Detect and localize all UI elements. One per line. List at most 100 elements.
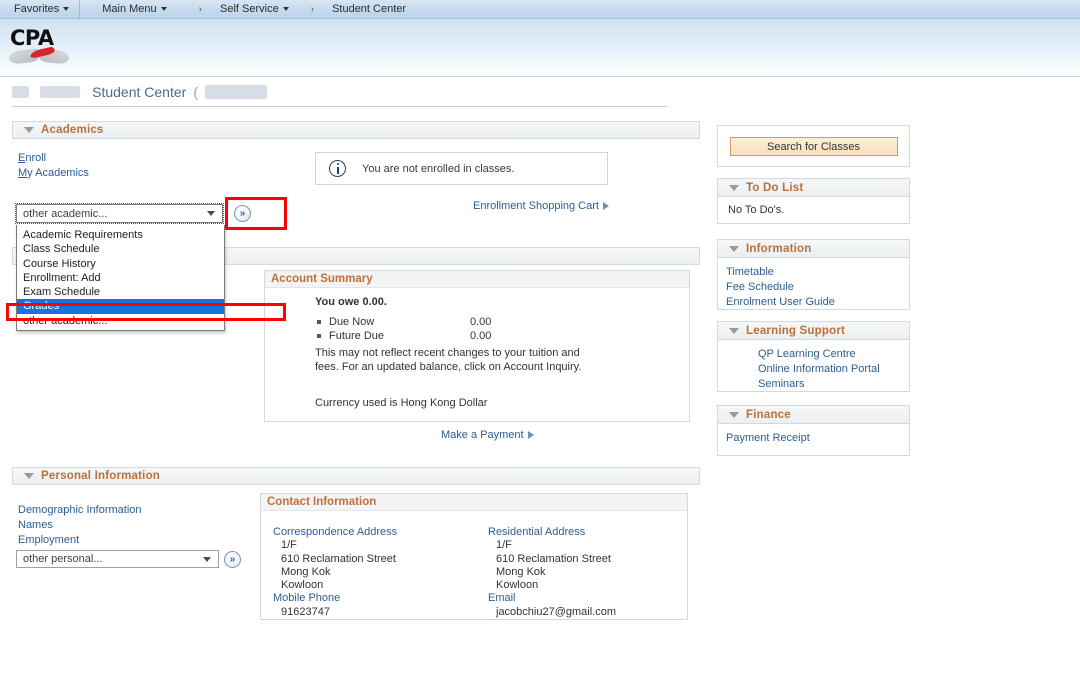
personal-dropdown-value: other personal... (23, 553, 103, 565)
link-my-academics[interactable]: My Academics (18, 166, 89, 181)
account-row-future-due-label: Future Due (329, 330, 384, 342)
sidebar-finance-links: Payment Receipt (718, 431, 909, 446)
redacted-name-part (40, 86, 80, 98)
sidebar-todo-title: To Do List (746, 182, 803, 194)
link-my-academics-rest: y Academics (27, 167, 89, 179)
account-row-due-now-amount: 0.00 (470, 316, 491, 328)
dropdown-option[interactable]: Class Schedule (17, 242, 224, 256)
nav-self-service[interactable]: Self Service (208, 0, 299, 19)
account-summary-currency: Currency used is Hong Kong Dollar (315, 397, 487, 409)
section-header-academics[interactable]: Academics (12, 121, 700, 139)
residential-address-line: Mong Kok (488, 566, 616, 579)
dropdown-option[interactable]: Exam Schedule (17, 285, 224, 299)
dropdown-arrow-container[interactable] (203, 205, 219, 222)
cpa-logo: CPA (8, 27, 74, 71)
redacted-name-part (12, 86, 29, 98)
arrow-right-icon (528, 431, 534, 439)
collapse-triangle-icon[interactable] (729, 246, 739, 252)
sidebar-finance-panel: Finance Payment Receipt (717, 405, 910, 456)
collapse-triangle-icon[interactable] (24, 473, 34, 479)
correspondence-address-block: Correspondence Address 1/F 610 Reclamati… (273, 526, 397, 619)
academic-dropdown-select[interactable]: other academic... (16, 204, 223, 223)
student-center-page: Favorites Main Menu › Self Service › Stu… (0, 0, 1080, 696)
page-title-text: Student Center (92, 84, 186, 100)
logo-text: CPA (10, 27, 54, 49)
link-enroll-rest: nroll (25, 152, 46, 164)
section-header-personal-information[interactable]: Personal Information (12, 467, 700, 485)
enrollment-message-text: You are not enrolled in classes. (362, 163, 514, 175)
title-divider (12, 106, 667, 107)
sidebar-learning-support-header[interactable]: Learning Support (718, 322, 909, 340)
link-enrollment-shopping-cart[interactable]: Enrollment Shopping Cart (473, 200, 599, 212)
breadcrumb-separator-icon: › (177, 0, 208, 19)
link-online-information-portal[interactable]: Online Information Portal (758, 362, 909, 377)
enrollment-shopping-cart-container: Enrollment Shopping Cart (473, 200, 609, 212)
nav-favorites-label: Favorites (14, 3, 59, 15)
sidebar-finance-body: Payment Receipt (718, 424, 909, 453)
dropdown-option[interactable]: Course History (17, 257, 224, 271)
link-make-a-payment[interactable]: Make a Payment (441, 429, 524, 441)
sidebar-learning-support-body: QP Learning Centre Online Information Po… (718, 340, 909, 399)
chevron-down-icon (283, 7, 289, 11)
page-header: CPA (0, 19, 1080, 77)
bullet-icon (317, 334, 321, 338)
account-summary-title: Account Summary (271, 273, 373, 285)
nav-main-menu[interactable]: Main Menu (80, 0, 176, 19)
contact-information-title: Contact Information (267, 496, 376, 508)
make-a-payment-container: Make a Payment (441, 429, 534, 441)
personal-dropdown-select[interactable]: other personal... (16, 550, 219, 568)
link-names[interactable]: Names (18, 518, 142, 533)
bullet-icon (317, 320, 321, 324)
sidebar-information-links: Timetable Fee Schedule Enrolment User Gu… (718, 265, 909, 310)
collapse-triangle-icon[interactable] (729, 185, 739, 191)
account-row-future-due: Future Due (317, 330, 384, 342)
sidebar-finance-title: Finance (746, 409, 791, 421)
collapse-triangle-icon[interactable] (729, 412, 739, 418)
nav-favorites[interactable]: Favorites (0, 0, 79, 19)
account-row-due-now-label: Due Now (329, 316, 374, 328)
academics-link-list: Enroll My Academics (18, 151, 89, 181)
search-for-classes-button[interactable]: Search for Classes (730, 137, 898, 156)
correspondence-address-line: Mong Kok (273, 566, 397, 579)
academic-dropdown-options[interactable]: Academic Requirements Class Schedule Cou… (16, 225, 225, 331)
residential-address-heading: Residential Address (488, 526, 616, 539)
sidebar-search-panel: Search for Classes (717, 125, 910, 167)
link-seminars[interactable]: Seminars (758, 377, 909, 392)
link-qp-learning-centre[interactable]: QP Learning Centre (758, 347, 909, 362)
personal-go-button[interactable]: » (224, 551, 241, 568)
academic-go-button[interactable]: » (234, 205, 251, 222)
link-employment[interactable]: Employment (18, 533, 142, 548)
link-enroll[interactable]: Enroll (18, 151, 89, 166)
correspondence-address-line: 610 Reclamation Street (273, 553, 397, 566)
nav-student-center[interactable]: Student Center (320, 0, 416, 19)
sidebar-todo-header[interactable]: To Do List (718, 179, 909, 197)
residential-address-line: 610 Reclamation Street (488, 553, 616, 566)
contact-information-header: Contact Information (261, 494, 687, 511)
collapse-triangle-icon[interactable] (729, 328, 739, 334)
academic-dropdown-wrapper: other academic... Academic Requirements … (16, 204, 223, 223)
section-title-personal-information: Personal Information (41, 470, 160, 482)
redacted-id-part (205, 85, 267, 99)
link-enrolment-user-guide[interactable]: Enrolment User Guide (726, 295, 909, 310)
dropdown-option[interactable]: Enrollment: Add (17, 271, 224, 285)
collapse-triangle-icon[interactable] (24, 127, 34, 133)
personal-information-link-list: Demographic Information Names Employment (18, 503, 142, 548)
email-heading: Email (488, 592, 616, 605)
sidebar-information-header[interactable]: Information (718, 240, 909, 258)
dropdown-arrow-container[interactable] (199, 551, 215, 567)
dropdown-option[interactable]: other academic... (17, 314, 224, 328)
link-payment-receipt[interactable]: Payment Receipt (726, 431, 909, 446)
link-demographic-information[interactable]: Demographic Information (18, 503, 142, 518)
chevron-down-icon (207, 211, 215, 216)
chevron-down-icon (203, 557, 211, 562)
account-summary-header: Account Summary (265, 271, 689, 288)
sidebar-information-title: Information (746, 243, 811, 255)
dropdown-option[interactable]: Academic Requirements (17, 228, 224, 242)
sidebar-todo-body: No To Do's. (718, 197, 909, 223)
nav-main-menu-label: Main Menu (102, 3, 156, 15)
dropdown-option-grades[interactable]: Grades (17, 299, 224, 313)
link-fee-schedule[interactable]: Fee Schedule (726, 280, 909, 295)
link-timetable[interactable]: Timetable (726, 265, 909, 280)
sidebar-finance-header[interactable]: Finance (718, 406, 909, 424)
sidebar-learning-support-links: QP Learning Centre Online Information Po… (718, 347, 909, 392)
